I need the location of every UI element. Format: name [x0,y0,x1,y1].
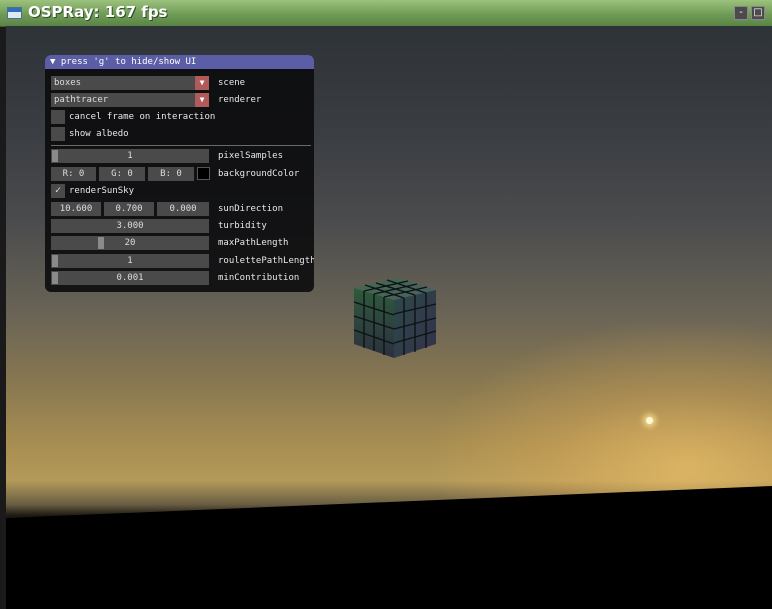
sun-direction-label: sunDirection [218,204,284,214]
scene-row: boxes ▼ scene [51,76,311,90]
show-albedo-checkbox[interactable] [51,127,65,141]
separator [51,145,311,146]
pixel-samples-value: 1 [127,151,133,161]
boxes-cube [353,278,437,358]
max-path-length-slider[interactable]: 20 [51,236,209,250]
background-color-label: backgroundColor [218,169,300,179]
scene-label: scene [218,78,246,88]
turbidity-row: 3.000 turbidity [51,219,311,233]
roulette-path-length-slider[interactable]: 1 [51,254,209,268]
pixel-samples-row: 1 pixelSamples [51,149,311,163]
renderer-combo[interactable]: pathtracer ▼ [51,93,209,107]
render-sunsky-row: ✓ renderSunSky [51,184,311,198]
max-path-length-label: maxPathLength [218,238,289,248]
background-color-swatch[interactable] [197,167,210,180]
show-albedo-row: show albedo [51,127,311,141]
slider-grab[interactable] [52,255,58,267]
roulette-path-length-value: 1 [127,256,133,266]
render-sunsky-checkbox[interactable]: ✓ [51,184,65,198]
sun-direction-row: 10.600 0.700 0.000 sunDirection [51,202,311,216]
min-contribution-slider[interactable]: 0.001 [51,271,209,285]
cancel-frame-checkbox[interactable] [51,110,65,124]
min-contribution-label: minContribution [218,273,300,283]
dropdown-arrow-icon[interactable]: ▼ [195,93,209,107]
max-path-length-row: 20 maxPathLength [51,236,311,250]
show-albedo-label: show albedo [69,129,129,139]
render-sunsky-label: renderSunSky [69,186,135,196]
dropdown-arrow-icon[interactable]: ▼ [195,76,209,90]
min-contribution-row: 0.001 minContribution [51,271,311,285]
renderer-value: pathtracer [54,95,109,105]
renderer-row: pathtracer ▼ renderer [51,93,311,107]
slider-grab[interactable] [52,272,58,284]
background-color-row: R: 0 G: 0 B: 0 backgroundColor [51,167,311,181]
turbidity-field[interactable]: 3.000 [51,219,209,233]
app-window: OSPRay: 167 fps - □ ▼ press 'g' to hide/… [0,0,772,609]
bg-blue-field[interactable]: B: 0 [148,167,194,181]
ground-plane [6,486,772,609]
panel-header[interactable]: ▼ press 'g' to hide/show UI [45,55,314,69]
slider-grab[interactable] [52,150,58,162]
pixel-samples-slider[interactable]: 1 [51,149,209,163]
bg-green-field[interactable]: G: 0 [99,167,145,181]
roulette-path-length-label: roulettePathLength [218,256,314,266]
cancel-frame-row: cancel frame on interaction [51,110,311,124]
scene-combo[interactable]: boxes ▼ [51,76,209,90]
sun-disc [646,417,653,424]
minimize-button[interactable]: - [734,6,748,20]
sun-direction-x[interactable]: 10.600 [51,202,101,216]
turbidity-label: turbidity [218,221,267,231]
window-title: OSPRay: 167 fps [28,3,168,21]
min-contribution-value: 0.001 [116,273,144,283]
max-path-length-value: 20 [124,238,136,248]
title-bar[interactable]: OSPRay: 167 fps - □ [0,0,772,27]
sun-direction-y[interactable]: 0.700 [104,202,154,216]
pixel-samples-label: pixelSamples [218,151,284,161]
settings-panel: ▼ press 'g' to hide/show UI boxes ▼ scen… [45,55,314,292]
scene-value: boxes [54,78,82,88]
renderer-label: renderer [218,95,262,105]
maximize-button[interactable]: □ [751,6,765,20]
roulette-path-length-row: 1 roulettePathLength [51,254,314,268]
check-icon: ✓ [54,185,62,196]
sun-direction-z[interactable]: 0.000 [157,202,209,216]
cancel-frame-label: cancel frame on interaction [69,112,216,122]
window-icon [7,7,22,19]
slider-grab[interactable] [98,237,104,249]
bg-red-field[interactable]: R: 0 [51,167,96,181]
